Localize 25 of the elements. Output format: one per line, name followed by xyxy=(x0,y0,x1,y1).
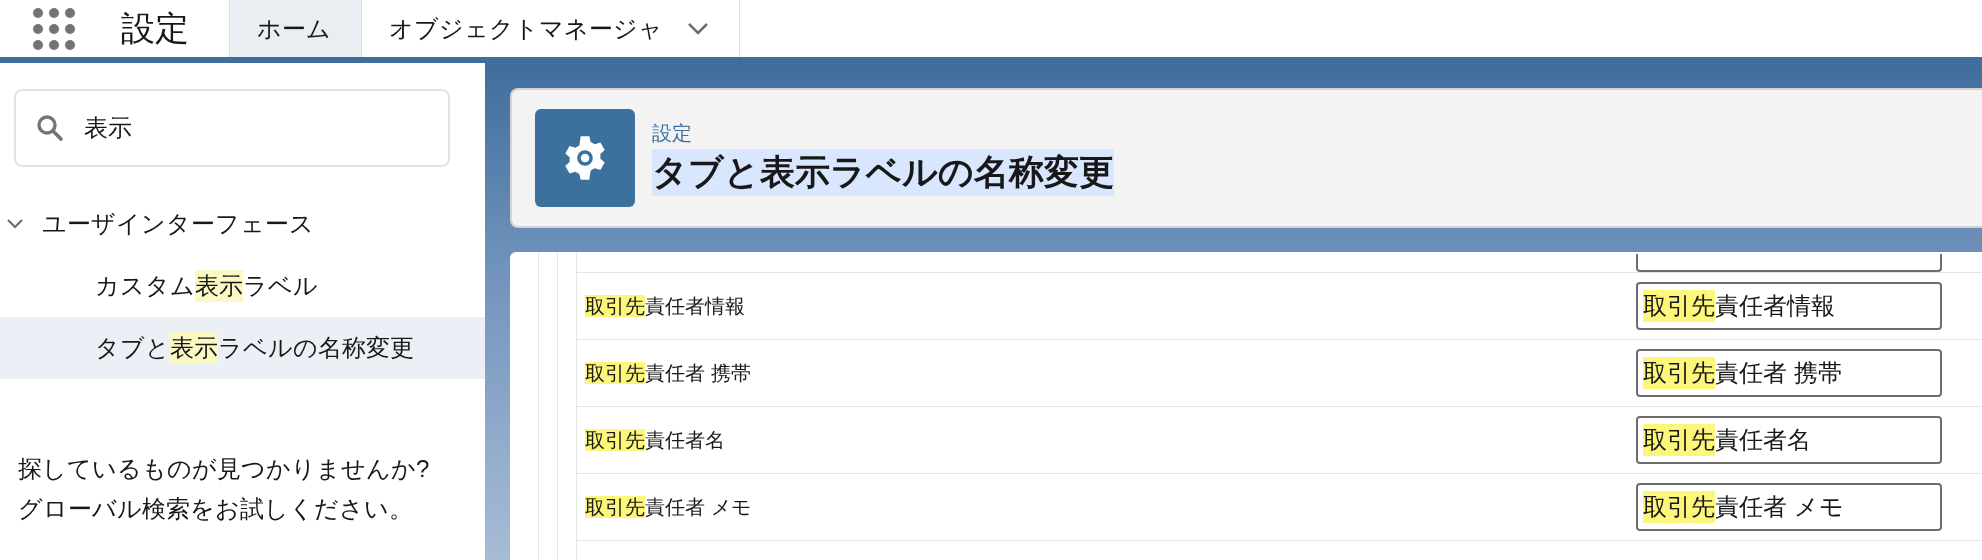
search-icon xyxy=(36,114,64,142)
nav-tab[interactable]: ホーム xyxy=(229,0,361,57)
input-field[interactable] xyxy=(1636,254,1942,272)
tree-item[interactable]: カスタム表示ラベル xyxy=(0,255,485,317)
help-text: 探しているものが見つかりませんか? xyxy=(18,454,430,484)
app-launcher-icon[interactable] xyxy=(33,7,75,50)
tree-section[interactable]: ユーザインターフェース xyxy=(42,208,314,240)
app-title: 設定 xyxy=(121,7,189,49)
input-field[interactable]: 取引先責任者情報 xyxy=(1636,282,1942,330)
input-field[interactable]: 取引先責任者 メモ xyxy=(1636,483,1942,531)
search-field[interactable]: 表示 xyxy=(14,89,450,167)
input-field[interactable]: 取引先責任者名 xyxy=(1636,416,1942,464)
breadcrumb-link[interactable]: 設定 xyxy=(652,120,692,147)
chevron-down-icon[interactable] xyxy=(6,218,24,230)
help-text: グローバル検索をお試しください。 xyxy=(18,494,413,524)
settings-icon xyxy=(535,109,635,207)
page-title: タブと表示ラベルの名称変更 xyxy=(652,149,1114,196)
table-cell-text: 取引先責任者名 xyxy=(585,427,725,453)
chevron-down-icon[interactable] xyxy=(687,21,709,36)
table-cell-text: 取引先責任者情報 xyxy=(585,293,745,319)
table-cell-text: 取引先責任者 携帯 xyxy=(585,360,751,386)
nav-tab[interactable]: オブジェクトマネージャ xyxy=(361,0,740,57)
input-field[interactable]: 取引先責任者 携帯 xyxy=(1636,349,1942,397)
table-cell-text: 取引先責任者 メモ xyxy=(585,494,751,520)
tree-item[interactable]: タブと 表示ラベルの名称変更 xyxy=(0,317,485,379)
